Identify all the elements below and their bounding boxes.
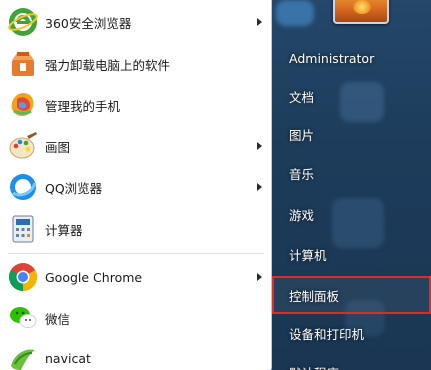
phone-manager-icon bbox=[11, 93, 34, 117]
program-label: navicat bbox=[45, 350, 91, 366]
right-item-pictures[interactable]: 图片 bbox=[272, 118, 431, 150]
program-label: 强力卸载电脑上的软件 bbox=[45, 57, 171, 73]
calculator-icon bbox=[12, 215, 34, 243]
program-item-google-chrome[interactable]: Google Chrome bbox=[4, 257, 268, 297]
submenu-arrow-icon bbox=[257, 273, 262, 281]
program-label: 微信 bbox=[45, 311, 71, 327]
right-item-games[interactable]: 游戏 bbox=[272, 198, 431, 230]
paint-palette-icon bbox=[9, 132, 37, 159]
right-item-control-panel[interactable]: 控制面板 bbox=[272, 276, 431, 314]
program-label: 360安全浏览器 bbox=[45, 15, 132, 31]
program-label: 计算器 bbox=[45, 222, 83, 238]
right-item-music[interactable]: 音乐 bbox=[272, 157, 431, 189]
chrome-icon bbox=[9, 263, 37, 291]
right-item-administrator[interactable]: Administrator bbox=[272, 42, 431, 74]
program-item-calculator[interactable]: 计算器 bbox=[4, 209, 268, 249]
user-avatar[interactable] bbox=[333, 0, 389, 24]
program-label: 管理我的手机 bbox=[45, 98, 121, 114]
program-item-wechat[interactable]: 微信 bbox=[4, 298, 268, 338]
right-item-documents[interactable]: 文档 bbox=[272, 80, 431, 112]
submenu-arrow-icon bbox=[257, 183, 262, 191]
right-item-computer[interactable]: 计算机 bbox=[272, 238, 431, 270]
program-label: Google Chrome bbox=[45, 269, 143, 285]
program-item-uninstaller[interactable]: 强力卸载电脑上的软件 bbox=[4, 44, 268, 84]
360-browser-icon bbox=[8, 8, 38, 36]
program-item-360-browser[interactable]: 360安全浏览器 bbox=[4, 2, 268, 42]
navicat-icon bbox=[11, 349, 35, 370]
program-item-qq-browser[interactable]: QQ浏览器 bbox=[4, 167, 268, 207]
program-label: QQ浏览器 bbox=[45, 180, 103, 196]
wechat-icon bbox=[10, 307, 37, 328]
program-item-navicat[interactable]: navicat bbox=[4, 338, 268, 370]
list-divider bbox=[8, 253, 264, 254]
program-label: 画图 bbox=[45, 139, 71, 155]
right-item-devices-printers[interactable]: 设备和打印机 bbox=[272, 317, 431, 349]
submenu-arrow-icon bbox=[257, 18, 262, 26]
flower-icon bbox=[353, 0, 371, 14]
submenu-arrow-icon bbox=[257, 142, 262, 150]
qq-browser-icon bbox=[10, 174, 37, 200]
right-item-default-programs[interactable]: 默认程序 bbox=[272, 356, 431, 370]
uninstall-box-icon bbox=[12, 52, 34, 76]
glass-reflection bbox=[276, 0, 314, 26]
program-item-paint[interactable]: 画图 bbox=[4, 126, 268, 166]
program-item-phone-manager[interactable]: 管理我的手机 bbox=[4, 85, 268, 125]
